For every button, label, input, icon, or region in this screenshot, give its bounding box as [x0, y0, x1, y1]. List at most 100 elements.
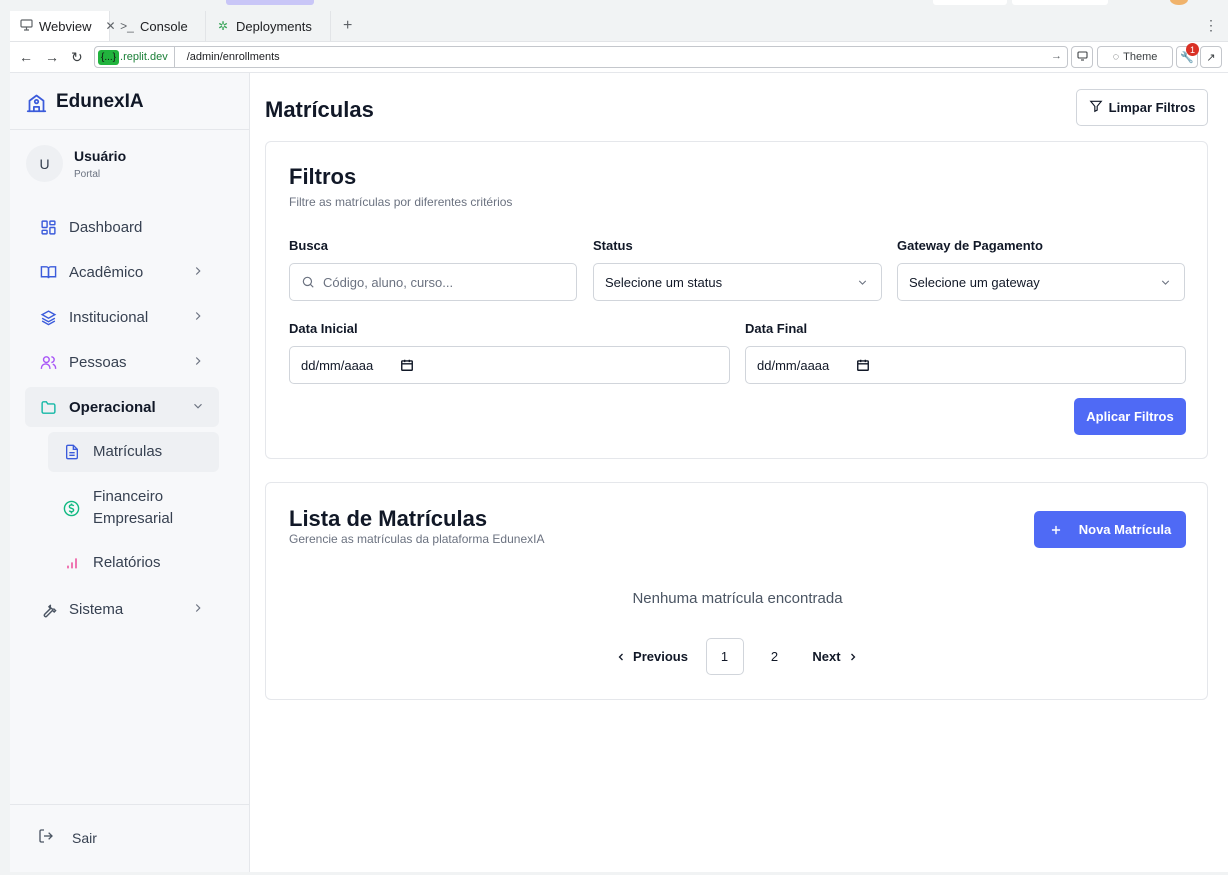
sidebar-subitem-label: Relatórios — [93, 554, 161, 571]
sidebar-subitem-matriculas[interactable]: Matrículas — [48, 432, 219, 472]
go-arrow-icon[interactable]: → — [1051, 50, 1062, 62]
gateway-label: Gateway de Pagamento — [897, 238, 1043, 253]
search-icon — [301, 275, 315, 289]
window-top-strip — [0, 0, 1228, 11]
sidebar-item-label: Operacional — [69, 398, 156, 416]
status-select[interactable]: Selecione um status — [593, 263, 882, 301]
notification-badge: 1 — [1186, 43, 1199, 56]
search-placeholder: Código, aluno, curso... — [323, 274, 454, 290]
app: EdunexIA U Usuário Portal Dashboard Acad… — [10, 73, 1228, 872]
url-input[interactable]: {...} .replit.dev /admin/enrollments → — [94, 46, 1068, 68]
chevron-right-icon — [191, 264, 205, 278]
list-title: Lista de Matrículas — [289, 506, 488, 531]
chevron-right-icon — [191, 309, 205, 323]
url-path: /admin/enrollments — [186, 51, 280, 63]
clear-filters-button[interactable]: Limpar Filtros — [1076, 89, 1208, 126]
page-title: Matrículas — [265, 97, 374, 122]
sidebar: EdunexIA U Usuário Portal Dashboard Acad… — [10, 73, 250, 872]
deployments-icon: ✲ — [217, 19, 229, 33]
divider — [10, 804, 250, 805]
start-date-input[interactable]: dd/mm/aaaa — [289, 346, 730, 384]
start-date-label: Data Inicial — [289, 321, 358, 336]
sidebar-item-sistema[interactable]: Sistema — [25, 589, 219, 629]
account-avatar[interactable] — [1170, 0, 1188, 5]
tab-deployments[interactable]: ✲ Deployments — [206, 11, 331, 41]
open-new-window-button[interactable]: ↗ — [1200, 46, 1222, 68]
theme-button[interactable]: ◌ Theme — [1097, 46, 1173, 68]
previous-label: Previous — [633, 649, 688, 664]
next-page-button[interactable]: Next — [806, 638, 866, 675]
gateway-select[interactable]: Selecione um gateway — [897, 263, 1185, 301]
calendar-icon[interactable] — [400, 358, 414, 372]
chevron-down-icon — [856, 276, 869, 289]
logout-button[interactable]: Sair — [38, 828, 97, 847]
search-label: Busca — [289, 238, 329, 253]
external-link-icon: ↗ — [1206, 51, 1216, 64]
user-profile[interactable]: U Usuário Portal — [26, 145, 126, 182]
sidebar-item-operacional[interactable]: Operacional — [25, 387, 219, 427]
top-widget — [933, 0, 1007, 5]
brand-name: EdunexIA — [56, 91, 144, 112]
calendar-icon[interactable] — [856, 358, 870, 372]
chevron-down-icon — [1159, 276, 1172, 289]
user-role: Portal — [74, 168, 101, 180]
status-label: Status — [593, 238, 633, 253]
sidebar-subitem-financeiro[interactable]: Financeiro Empresarial — [48, 485, 219, 531]
new-tab-button[interactable]: + — [331, 11, 364, 41]
new-enrollment-label: Nova Matrícula — [1078, 522, 1172, 537]
brand[interactable]: EdunexIA — [26, 91, 144, 113]
file-icon — [63, 444, 80, 461]
sidebar-subitem-relatorios[interactable]: Relatórios — [48, 543, 219, 583]
status-value: Selecione um status — [605, 274, 723, 290]
search-input[interactable]: Código, aluno, curso... — [289, 263, 577, 301]
end-date-value: dd/mm/aaaa — [757, 357, 830, 373]
monitor-icon — [20, 18, 33, 34]
chevron-down-icon — [191, 399, 205, 413]
extensions-button[interactable]: 🔧 1 — [1176, 43, 1199, 68]
enrollments-list-card: Lista de Matrículas Gerencie as matrícul… — [265, 482, 1208, 700]
palette-icon: ◌ — [1112, 51, 1120, 63]
tab-console[interactable]: >_ Console — [110, 11, 206, 41]
end-date-input[interactable]: dd/mm/aaaa — [745, 346, 1186, 384]
pagination: Previous 1 2 Next — [266, 638, 1209, 675]
empty-state-message: Nenhuma matrícula encontrada — [632, 590, 843, 607]
next-label: Next — [812, 649, 841, 664]
address-bar: ← → ↻ {...} .replit.dev /admin/enrollmen… — [10, 42, 1228, 73]
sidebar-item-dashboard[interactable]: Dashboard — [25, 207, 219, 247]
tab-webview[interactable]: Webview ✕ — [10, 11, 116, 41]
start-date-value: dd/mm/aaaa — [301, 357, 374, 373]
apply-filters-button[interactable]: Aplicar Filtros — [1074, 398, 1186, 435]
forward-arrow-icon[interactable]: → — [45, 49, 59, 65]
sidebar-subitem-label: Matrículas — [93, 443, 163, 460]
end-date-label: Data Final — [745, 321, 808, 336]
devices-button[interactable] — [1071, 46, 1093, 68]
theme-label: Theme — [1123, 51, 1158, 63]
divider — [10, 129, 250, 130]
new-enrollment-button[interactable]: Nova Matrícula — [1034, 511, 1186, 548]
previous-page-button[interactable]: Previous — [610, 638, 694, 675]
gateway-value: Selecione um gateway — [909, 274, 1040, 290]
reload-icon[interactable]: ↻ — [71, 49, 83, 66]
monitor-icon — [1076, 50, 1088, 64]
school-icon — [26, 92, 47, 113]
plus-icon — [1049, 523, 1063, 537]
filter-icon — [1089, 99, 1103, 116]
sidebar-item-label: Institucional — [69, 308, 149, 326]
more-options-icon[interactable]: ⋮ — [1204, 17, 1218, 34]
sidebar-item-institucional[interactable]: Institucional — [25, 297, 219, 337]
chevron-left-icon — [615, 651, 627, 663]
chevron-right-icon — [847, 651, 859, 663]
sidebar-item-pessoas[interactable]: Pessoas — [25, 342, 219, 382]
tab-label: Webview — [39, 18, 92, 34]
page-2-button[interactable]: 2 — [756, 638, 794, 675]
sidebar-item-academico[interactable]: Acadêmico — [25, 252, 219, 292]
clear-filters-label: Limpar Filtros — [1108, 100, 1196, 115]
top-pill — [226, 0, 314, 5]
bar-chart-icon — [63, 555, 80, 572]
chevron-right-icon — [191, 354, 205, 368]
sidebar-item-label: Dashboard — [69, 218, 143, 236]
users-icon — [39, 353, 57, 371]
page-1-button[interactable]: 1 — [705, 638, 744, 675]
back-arrow-icon[interactable]: ← — [19, 49, 33, 65]
tab-bar: Webview ✕ >_ Console ✲ Deployments + ⋮ — [10, 11, 1228, 42]
